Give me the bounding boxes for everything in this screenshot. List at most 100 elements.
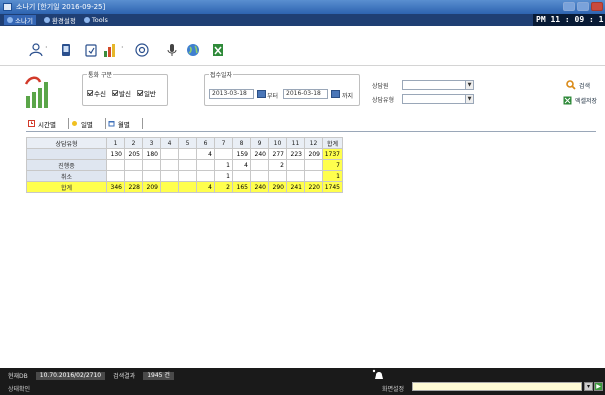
dropdown-button[interactable]: ▾ [584, 382, 593, 391]
table-cell[interactable]: 346 [106, 181, 125, 193]
table-cell[interactable]: 159 [232, 148, 251, 160]
table-cell-total[interactable]: 1737 [322, 148, 343, 160]
table-cell[interactable]: 165 [232, 181, 251, 193]
minimize-button[interactable] [563, 2, 575, 11]
column-header[interactable]: 2 [124, 137, 143, 149]
table-row[interactable]: 130 205 180 4 159 240 277 223 209 1737 [26, 148, 343, 160]
column-header[interactable]: 8 [232, 137, 251, 149]
checkbox-incoming[interactable]: 수신 [87, 88, 106, 98]
table-cell[interactable]: 223 [286, 148, 305, 160]
table-cell[interactable]: 180 [142, 148, 161, 160]
agent-select[interactable]: ▼ [402, 80, 474, 90]
table-cell[interactable]: 2 [268, 159, 287, 171]
column-header[interactable]: 9 [250, 137, 269, 149]
tab-hourly[interactable]: 시간별 [26, 118, 69, 129]
chevron-down-icon[interactable]: ▼ [465, 95, 473, 103]
menu-item-settings[interactable]: 환경설정 [43, 15, 76, 25]
calendar-to-icon[interactable] [331, 90, 340, 98]
table-cell[interactable]: 2 [214, 181, 233, 193]
calendar-from-icon[interactable] [257, 90, 266, 98]
table-cell[interactable]: 209 [142, 181, 161, 193]
close-button[interactable] [591, 2, 603, 11]
search-button[interactable]: 검색 [566, 80, 590, 90]
consult-type-select[interactable]: ▼ [402, 94, 474, 104]
table-cell[interactable]: 130 [106, 148, 125, 160]
table-cell[interactable] [178, 148, 197, 160]
table-cell[interactable] [214, 148, 233, 160]
table-cell[interactable]: 277 [268, 148, 287, 160]
table-cell[interactable]: 241 [286, 181, 305, 193]
chart-dropdown-icon[interactable]: · [121, 43, 127, 57]
table-cell-total[interactable]: 1745 [322, 181, 343, 193]
user-dropdown-icon[interactable]: · [45, 43, 51, 57]
column-header[interactable]: 5 [178, 137, 197, 149]
table-cell[interactable] [304, 170, 323, 182]
telephone-icon[interactable] [372, 369, 386, 381]
table-cell[interactable]: 220 [304, 181, 323, 193]
table-cell[interactable] [106, 159, 125, 171]
user-icon[interactable] [28, 43, 44, 57]
date-to-input[interactable]: 2016-03-18 [283, 89, 328, 99]
excel-icon[interactable] [210, 43, 226, 57]
checkbox-general[interactable]: 일반 [136, 88, 156, 98]
tab-daily[interactable]: 일별 [69, 118, 106, 129]
chevron-down-icon[interactable]: ▼ [465, 81, 473, 89]
column-header[interactable]: 3 [142, 137, 161, 149]
table-cell[interactable] [160, 181, 179, 193]
date-from-input[interactable]: 2013-03-18 [209, 89, 254, 99]
globe-icon[interactable] [185, 43, 201, 57]
table-cell-total[interactable]: 7 [322, 159, 343, 171]
column-header[interactable]: 1 [106, 137, 125, 149]
table-cell[interactable] [178, 181, 197, 193]
table-cell[interactable] [178, 159, 197, 171]
table-cell[interactable]: 209 [304, 148, 323, 160]
status-command-input[interactable] [412, 382, 582, 391]
table-cell-total[interactable]: 1 [322, 170, 343, 182]
checkbox-outgoing-box[interactable] [111, 90, 118, 96]
table-cell[interactable] [286, 159, 305, 171]
table-cell[interactable]: 205 [124, 148, 143, 160]
checkbox-incoming-box[interactable] [87, 90, 93, 96]
column-header[interactable]: 4 [160, 137, 179, 149]
column-header[interactable]: 6 [196, 137, 215, 149]
menu-item-sonagi[interactable]: 소나기 [4, 15, 36, 25]
checkbox-outgoing[interactable]: 발신 [111, 88, 131, 98]
table-row[interactable]: 취소 1 1 [26, 170, 343, 182]
table-cell[interactable] [142, 170, 161, 182]
table-cell[interactable] [106, 170, 125, 182]
table-row[interactable]: 진행중 1 4 2 7 [26, 159, 343, 171]
column-header[interactable]: 7 [214, 137, 233, 149]
table-cell[interactable] [124, 170, 143, 182]
menu-item-tools[interactable]: Tools [83, 16, 108, 24]
table-cell[interactable]: 240 [250, 148, 269, 160]
table-cell[interactable] [286, 170, 305, 182]
table-cell[interactable] [250, 159, 269, 171]
maximize-button[interactable] [577, 2, 589, 11]
bar-chart-icon[interactable] [102, 43, 118, 57]
excel-save-button[interactable]: 엑셀저장 [563, 96, 597, 105]
table-cell[interactable]: 228 [124, 181, 143, 193]
table-cell[interactable] [232, 170, 251, 182]
go-button[interactable]: ▶ [594, 382, 603, 391]
tab-monthly[interactable]: 월별 [106, 118, 143, 129]
table-cell[interactable] [196, 170, 215, 182]
clipboard-icon[interactable] [83, 43, 99, 57]
checkbox-general-box[interactable] [136, 90, 143, 96]
column-header-total[interactable]: 합계 [322, 137, 343, 149]
table-cell[interactable] [142, 159, 161, 171]
table-cell[interactable] [178, 170, 197, 182]
table-cell[interactable]: 4 [232, 159, 251, 171]
table-cell[interactable] [196, 159, 215, 171]
table-cell[interactable]: 290 [268, 181, 287, 193]
phone-icon[interactable] [58, 43, 74, 57]
column-header[interactable]: 11 [286, 137, 305, 149]
column-header[interactable]: 12 [304, 137, 323, 149]
table-cell[interactable]: 4 [196, 148, 215, 160]
table-cell[interactable]: 240 [250, 181, 269, 193]
table-cell[interactable] [124, 159, 143, 171]
table-sum-row[interactable]: 합계 346 228 209 4 2 165 240 290 241 220 1… [26, 181, 343, 193]
table-cell[interactable]: 4 [196, 181, 215, 193]
microphone-icon[interactable] [164, 43, 180, 57]
table-cell[interactable] [160, 159, 179, 171]
table-cell[interactable] [160, 148, 179, 160]
